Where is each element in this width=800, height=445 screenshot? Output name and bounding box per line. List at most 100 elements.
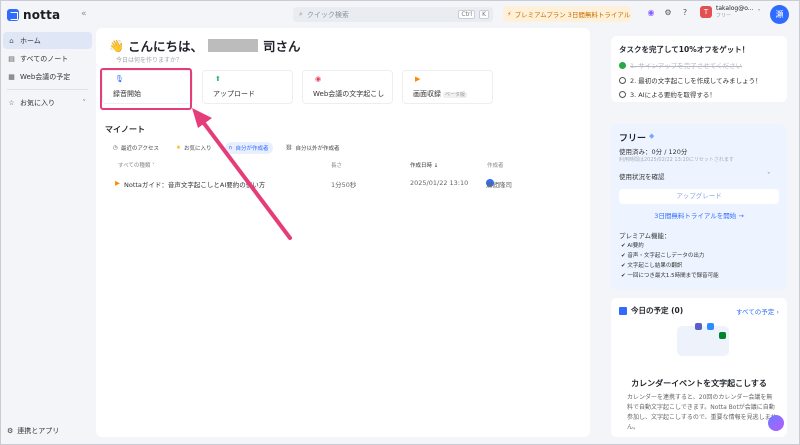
premium-trial-label: プレミアムプラン 3日間無料トライアル [514,11,631,19]
sidebar-item-label: 連携とアプリ [17,427,60,435]
card-label: Web会議の文字起こし [313,90,385,98]
sidebar-divider [7,89,88,90]
settings-icon[interactable]: ⚙ [663,8,673,18]
avatar[interactable]: 瀬 [770,5,789,24]
filter-label: お気に入り [183,146,212,152]
sidebar-item-favorites[interactable]: ☆ お気に入り ˅ [3,94,92,111]
help-icon[interactable]: ? [680,8,690,18]
all-events-link[interactable]: すべての予定 › [736,306,779,316]
filter-label: 自分以外が作成者 [295,146,340,152]
table-row[interactable]: ▶ Nottaガイド：音声文字起こしとAI要約の使い方 1分50秒 2025/0… [96,179,590,191]
screen-record-card[interactable]: ▶ 画面収録 ベータ版 [402,70,493,104]
sidebar-item-all-notes[interactable]: ▤ すべてのノート [3,50,92,67]
waving-hand-icon: 👋 [109,38,124,53]
star-icon: ☆ [8,98,15,107]
task-item[interactable]: 1. サインアップを完了させてください [619,60,742,70]
sidebar-item-label: すべてのノート [20,54,69,63]
upgrade-button[interactable]: アップグレード [619,189,779,204]
clock-icon: ◷ [113,145,118,151]
premium-feature: ✔ AI要約 [621,243,644,249]
column-created[interactable]: 作成日時 ↓ [410,161,438,169]
sidebar-nav: ⌂ ホーム ▤ すべてのノート ▦ Web会議の予定 ☆ お気に入り ˅ [3,32,92,112]
note-created: 2025/01/22 13:10 [410,179,469,187]
schedule-title-text: 今日の予定 (0) [631,306,684,315]
filter-mine[interactable]: ∩ 自分が作成者 [224,142,273,154]
meeting-transcribe-card[interactable]: ◉ Web会議の文字起こし [302,70,393,104]
highlight-box [100,68,192,110]
sidebar-item-home[interactable]: ⌂ ホーム [3,32,92,49]
check-usage-link[interactable]: 使用状況を確認 [619,171,665,181]
filter-others[interactable]: ⛓ 自分以外が作成者 [282,142,344,154]
premium-feature-label: AI要約 [627,243,644,249]
task-label: 2. 最初の文字起こしを作成してみましょう！ [630,77,762,85]
chevron-down-icon: ˅ [767,171,771,179]
filter-label: 自分が作成者 [235,146,269,152]
schedule-panel: 今日の予定 (0) すべての予定 › カレンダーイベントを文字起こしする カレン… [611,298,787,437]
sidebar-item-integrations[interactable]: ⚙ 連携とアプリ [7,426,59,436]
filter-favorites[interactable]: ★ お気に入り [172,142,215,154]
premium-feature: ✔ 音声・文字起こしデータの出力 [621,253,705,259]
column-length: 長さ [331,163,343,169]
start-trial-link[interactable]: 3日間無料トライアルを開始 → [611,210,787,220]
premium-feature: ✔ 文字起こし結果の翻訳 [621,263,683,269]
circle-icon [619,76,626,84]
lightning-icon: ⚡ [507,10,512,18]
sidebar-item-label: お気に入り [20,98,55,107]
teams-icon [695,323,702,330]
my-notes-title: マイノート [105,125,145,134]
column-author: 作成者 [487,163,504,169]
card-label: アップロード [213,90,255,98]
collapse-sidebar-icon[interactable]: « [81,9,87,19]
home-icon: ⌂ [9,36,14,45]
greeting-prefix: こんにちは、 [127,39,203,54]
premium-feature: ✔ 一回につき最大1.5時間まで録音可能 [621,273,719,279]
sidebar-item-label: ホーム [20,36,41,45]
notes-icon: ▤ [8,54,15,63]
schedule-heading: カレンダーイベントを文字起こしする [631,379,767,388]
card-label: 画面収録 ベータ版 [413,89,468,99]
sidebar-item-label: Web会議の予定 [20,72,71,81]
sidebar: notta « ⌂ ホーム ▤ すべてのノート ▦ Web会議の予定 ☆ お気に… [1,1,94,444]
video-icon: ▶ [115,179,120,187]
account-plan: フリー [716,13,732,19]
upload-icon: ⬆ [215,75,221,83]
schedule-description: カレンダーを連携すると、20回のカレンダー会議を無料で自動文字起こしできます。N… [627,394,777,431]
schedule-title: 今日の予定 (0) [619,305,683,316]
plan-name: フリー [619,134,647,144]
star-icon: ★ [176,145,181,151]
task-item[interactable]: 3. AIによる要約を取得する！ [619,89,716,99]
greeting-suffix: 司さん [262,39,301,54]
meeting-icon: ◉ [315,75,322,83]
check-icon [619,61,626,69]
account-menu[interactable]: T takalog@o... フリー ˅ [700,5,761,19]
ai-icon[interactable]: ◉ [646,8,656,18]
search-input[interactable]: ⌕ クイック検索 Ctrl K [293,7,493,22]
zoom-icon [707,323,714,330]
note-length: 1分50秒 [331,181,357,189]
premium-features-title: プレミアム機能： [619,232,671,240]
filter-label: 最近のアクセス [120,146,160,152]
premium-trial-banner[interactable]: ⚡ プレミアムプラン 3日間無料トライアル [503,6,631,22]
filter-recent[interactable]: ◷ 最近のアクセス [109,142,163,154]
table-header: すべての種類 ˅ 長さ 作成日時 ↓ 作成者 [96,161,590,173]
premium-feature-label: 文字起こし結果の翻訳 [627,263,683,269]
ai-assistant-icon[interactable] [768,415,784,431]
meet-icon [719,332,726,339]
task-panel: タスクを完了して10%オフをゲット！ 1. サインアップを完了させてください 2… [611,36,787,102]
card-label-text: 画面収録 [413,90,441,98]
greeting-subtitle: 今日は何を作りますか？ [116,57,183,64]
logo[interactable]: notta [7,8,60,22]
plan-reset-note: 利用時間は2025/02/22 13:10にリセットされます [619,157,734,163]
plan-usage: 使用済み：0分 / 120分 [619,148,688,156]
search-placeholder: クイック検索 [306,10,349,19]
task-label: 3. AIによる要約を取得する！ [630,91,716,99]
account-info: takalog@o... フリー [716,5,754,19]
column-type[interactable]: すべての種類 ˅ [118,161,155,169]
search-icon: ⌕ [299,10,303,18]
account-name: takalog@o... [716,5,754,12]
calendar-icon [619,306,627,315]
upload-card[interactable]: ⬆ アップロード [202,70,293,104]
sidebar-item-meetings[interactable]: ▦ Web会議の予定 [3,68,92,85]
blurred-name [207,39,258,52]
task-item[interactable]: 2. 最初の文字起こしを作成してみましょう！ [619,75,762,85]
